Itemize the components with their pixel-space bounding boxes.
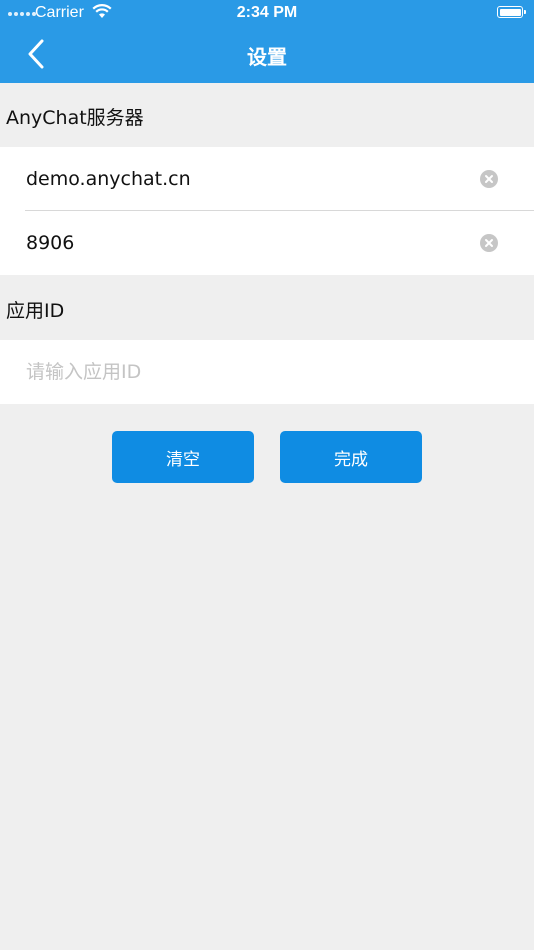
- app-id-row: [0, 340, 534, 404]
- clear-port-icon[interactable]: [480, 234, 498, 252]
- app-id-input[interactable]: [26, 340, 466, 404]
- status-bar: Carrier 2:34 PM: [0, 0, 534, 26]
- server-port-row: [0, 211, 534, 275]
- done-button[interactable]: 完成: [280, 431, 422, 483]
- server-fields-group: [0, 147, 534, 275]
- clear-address-icon[interactable]: [480, 170, 498, 188]
- navigation-bar: 设置: [0, 26, 534, 83]
- server-section-label: AnyChat服务器: [6, 107, 144, 129]
- clear-button[interactable]: 清空: [112, 431, 254, 483]
- status-time: 2:34 PM: [236, 4, 298, 21]
- server-port-input[interactable]: [26, 211, 466, 275]
- server-address-input[interactable]: [26, 147, 466, 211]
- nav-header: Carrier 2:34 PM 设置: [0, 0, 534, 83]
- battery-icon: [497, 6, 526, 18]
- server-address-row: [0, 147, 534, 211]
- app-id-section-label: 应用ID: [6, 300, 65, 322]
- page-title: 设置: [247, 45, 287, 69]
- app-id-group: [0, 340, 534, 404]
